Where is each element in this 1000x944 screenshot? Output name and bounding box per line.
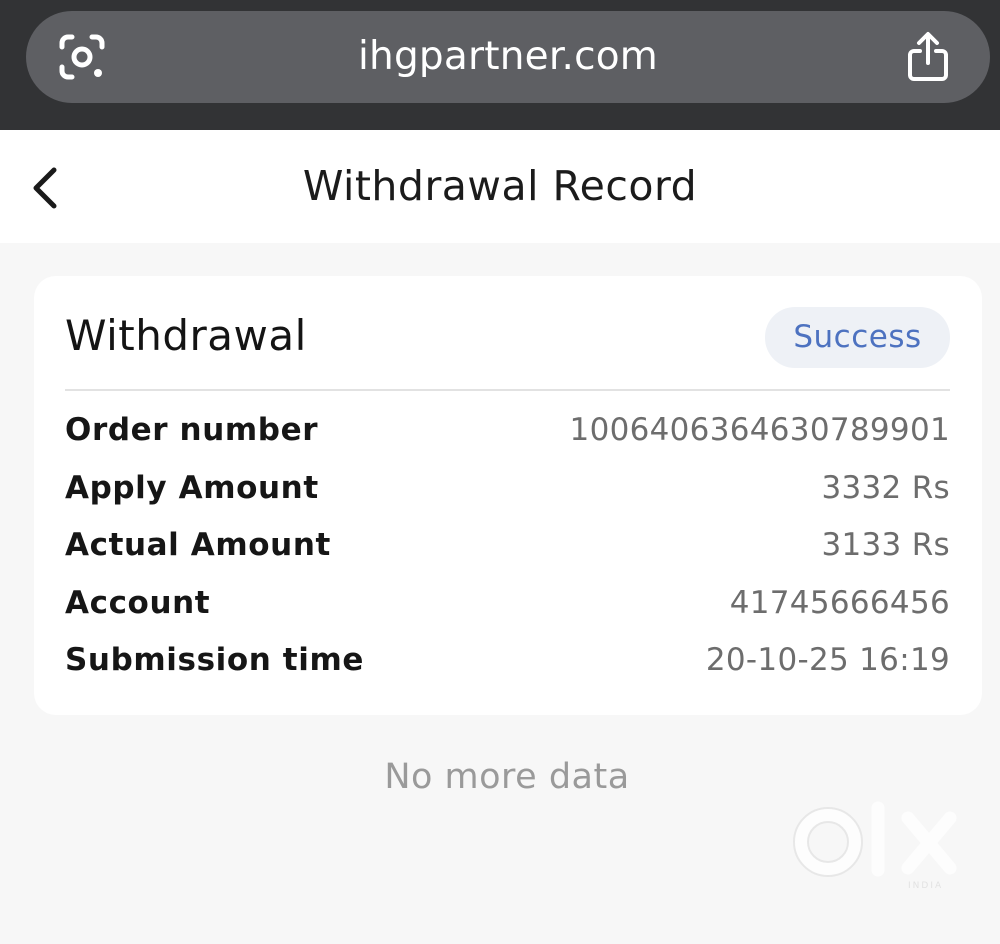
order-number-row: Order number 1006406364630789901	[65, 407, 950, 453]
detail-value: 3332 Rs	[821, 470, 950, 506]
share-icon[interactable]	[904, 31, 952, 83]
divider	[65, 389, 950, 391]
apply-amount-row: Apply Amount 3332 Rs	[65, 465, 950, 511]
detail-value: 1006406364630789901	[569, 412, 950, 448]
detail-label: Order number	[65, 412, 319, 448]
no-more-data-text: No more data	[384, 757, 630, 797]
detail-label: Submission time	[65, 642, 364, 678]
app-header: Withdrawal Record	[0, 130, 1000, 243]
detail-value: 20-10-25 16:19	[705, 642, 950, 678]
detail-label: Apply Amount	[65, 470, 319, 506]
olx-watermark-logo: INDIA	[793, 801, 957, 891]
page-title: Withdrawal Record	[302, 162, 698, 210]
detail-value: 3133 Rs	[821, 527, 950, 563]
url-text[interactable]: ihgpartner.com	[26, 11, 990, 103]
svg-text:INDIA: INDIA	[908, 881, 943, 891]
detail-label: Account	[65, 585, 211, 621]
account-row: Account 41745666456	[65, 580, 950, 626]
address-bar[interactable]: ihgpartner.com	[26, 11, 990, 103]
actual-amount-row: Actual Amount 3133 Rs	[65, 522, 950, 568]
withdrawal-record-card[interactable]: Withdrawal Success Order number 10064063…	[34, 276, 982, 715]
browser-toolbar: ihgpartner.com	[0, 0, 1000, 130]
record-title: Withdrawal	[65, 311, 307, 360]
detail-value: 41745666456	[729, 585, 950, 621]
detail-label: Actual Amount	[65, 527, 331, 563]
submission-time-row: Submission time 20-10-25 16:19	[65, 637, 950, 683]
status-badge: Success	[765, 307, 950, 368]
